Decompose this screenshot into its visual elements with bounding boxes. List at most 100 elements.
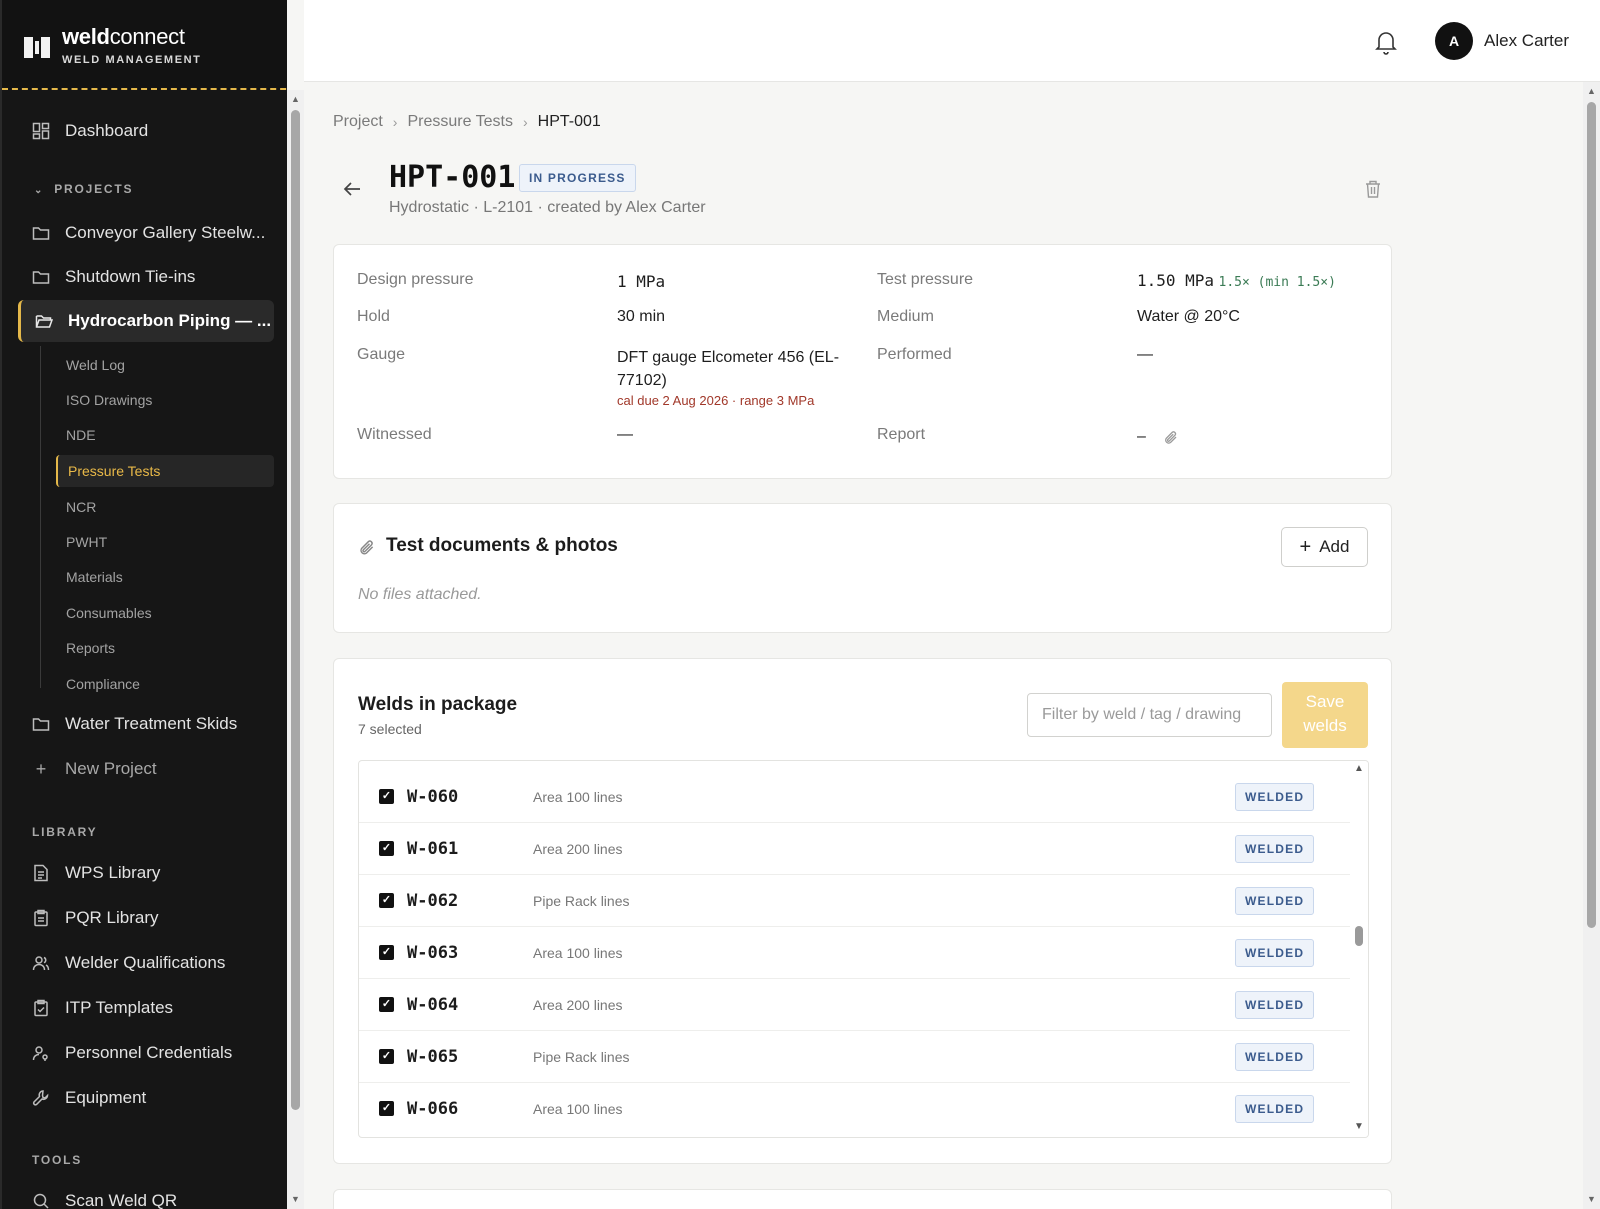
sidebar-project-conveyor[interactable]: Conveyor Gallery Steelw... — [18, 212, 274, 254]
sidebar-item-label: Personnel Credentials — [65, 1043, 233, 1062]
subnav-materials[interactable]: Materials — [56, 561, 274, 593]
weld-checkbox[interactable]: ✓ — [379, 893, 394, 908]
page-subtitle: Hydrostatic · L-2101 · created by Alex C… — [389, 199, 706, 216]
sidebar-item-label: Conveyor Gallery Steelw... — [65, 223, 266, 242]
weld-checkbox[interactable]: ✓ — [379, 997, 394, 1012]
no-files-message: No files attached. — [358, 586, 482, 603]
weld-checkbox[interactable]: ✓ — [379, 1049, 394, 1064]
weld-list-scroll-thumb[interactable] — [1355, 926, 1363, 946]
sidebar-item-label: WPS Library — [65, 863, 161, 882]
subnav-weld-log[interactable]: Weld Log — [56, 349, 274, 381]
scroll-down-arrow-icon[interactable]: ▼ — [1354, 1121, 1364, 1132]
weld-list: ✓ W-060 Area 100 lines WELDED ✓ W-061 Ar… — [358, 760, 1369, 1138]
sidebar: weldconnect WELD MANAGEMENT Dashboard ⌄ P… — [0, 0, 287, 1209]
weld-area: Area 100 lines — [533, 945, 623, 961]
sidebar-scroll-thumb[interactable] — [291, 110, 300, 1110]
sidebar-item-label: PQR Library — [65, 908, 159, 927]
welds-title: Welds in package — [358, 694, 518, 715]
subnav-compliance[interactable]: Compliance — [56, 668, 274, 700]
plus-icon: + — [1299, 535, 1312, 558]
sidebar-item-pqr-library[interactable]: PQR Library — [18, 897, 274, 939]
brand-subtitle: WELD MANAGEMENT — [62, 54, 202, 66]
weld-row[interactable]: ✓ W-060 Area 100 lines WELDED — [359, 771, 1351, 823]
user-name[interactable]: Alex Carter — [1484, 31, 1569, 51]
projects-section-label[interactable]: ⌄ PROJECTS — [34, 182, 133, 196]
medium-value: Water @ 20°C — [1137, 308, 1240, 325]
test-pressure-ratio: 1.5× (min 1.5×) — [1218, 275, 1336, 290]
weld-checkbox[interactable]: ✓ — [379, 841, 394, 856]
subnav-reports[interactable]: Reports — [56, 632, 274, 664]
wrench-icon — [32, 1089, 50, 1107]
weld-row[interactable]: ✓ W-062 Pipe Rack lines WELDED — [359, 875, 1351, 927]
scroll-down-arrow-icon[interactable]: ▼ — [1587, 1194, 1596, 1204]
sidebar-item-label: Hydrocarbon Piping — ... — [68, 311, 272, 330]
subnav-pressure-tests[interactable]: Pressure Tests — [56, 455, 274, 487]
avatar[interactable]: A — [1435, 22, 1473, 60]
sidebar-item-personnel-credentials[interactable]: Personnel Credentials — [18, 1032, 274, 1074]
test-pressure-label: Test pressure — [877, 271, 974, 288]
subnav-iso-drawings[interactable]: ISO Drawings — [56, 384, 274, 416]
trash-icon[interactable] — [1364, 179, 1382, 199]
sidebar-item-label: New Project — [65, 759, 157, 778]
paperclip-icon[interactable] — [1163, 430, 1179, 451]
folder-icon — [32, 268, 50, 286]
sidebar-project-hydrocarbon[interactable]: Hydrocarbon Piping — ... — [18, 300, 274, 342]
weld-checkbox[interactable]: ✓ — [379, 1101, 394, 1116]
subnav-nde[interactable]: NDE — [56, 419, 274, 451]
weld-row[interactable]: ✓ W-064 Area 200 lines WELDED — [359, 979, 1351, 1031]
weld-checkbox[interactable]: ✓ — [379, 789, 394, 804]
weld-list-scrollbar[interactable]: ▲ ▼ — [1350, 761, 1368, 1137]
sidebar-item-itp-templates[interactable]: ITP Templates — [18, 987, 274, 1029]
weld-area: Pipe Rack lines — [533, 1049, 630, 1065]
bell-icon[interactable] — [1374, 29, 1398, 55]
sidebar-item-scan-weld-qr[interactable]: Scan Weld QR — [18, 1180, 274, 1209]
subnav-pwht[interactable]: PWHT — [56, 526, 274, 558]
main-scrollbar[interactable]: ▲ ▼ — [1583, 82, 1600, 1209]
sidebar-item-wps-library[interactable]: WPS Library — [18, 852, 274, 894]
sidebar-item-label: Dashboard — [65, 121, 149, 140]
sidebar-item-label: Welder Qualifications — [65, 953, 226, 972]
weld-checkbox[interactable]: ✓ — [379, 945, 394, 960]
new-project-button[interactable]: + New Project — [18, 748, 274, 790]
scroll-up-arrow-icon[interactable]: ▲ — [1587, 86, 1596, 96]
weld-area: Area 200 lines — [533, 997, 623, 1013]
subnav-consumables[interactable]: Consumables — [56, 597, 274, 629]
scroll-down-arrow-icon[interactable]: ▼ — [291, 1194, 300, 1204]
weld-row[interactable]: ✓ W-061 Area 200 lines WELDED — [359, 823, 1351, 875]
report-label: Report — [877, 426, 926, 443]
weld-area: Area 200 lines — [533, 841, 623, 857]
clipboard-icon — [32, 909, 50, 927]
scroll-up-arrow-icon[interactable]: ▲ — [291, 94, 300, 104]
document-icon — [32, 864, 50, 882]
weld-area: Pipe Rack lines — [533, 893, 630, 909]
sidebar-scrollbar[interactable]: ▲ ▼ — [287, 90, 304, 1209]
weld-row[interactable]: ✓ W-066 Area 100 lines WELDED — [359, 1083, 1351, 1135]
test-details-card: Design pressure 1 MPa Test pressure 1.50… — [333, 244, 1392, 479]
sidebar-item-equipment[interactable]: Equipment — [18, 1077, 274, 1119]
tools-section-label: TOOLS — [32, 1153, 83, 1167]
main-scroll-thumb[interactable] — [1587, 102, 1596, 928]
witnessed-label: Witnessed — [357, 426, 432, 443]
scroll-up-arrow-icon[interactable]: ▲ — [1354, 763, 1364, 774]
sidebar-project-shutdown[interactable]: Shutdown Tie-ins — [18, 256, 274, 298]
hold-label: Hold — [357, 308, 390, 325]
subnav-ncr[interactable]: NCR — [56, 491, 274, 523]
welds-card: Welds in package 7 selected Save welds ✓… — [333, 658, 1392, 1164]
add-document-button[interactable]: + Add — [1281, 527, 1368, 567]
sidebar-item-welder-qualifications[interactable]: Welder Qualifications — [18, 942, 274, 984]
weld-row[interactable]: ✓ W-063 Area 100 lines WELDED — [359, 927, 1351, 979]
back-arrow-icon[interactable] — [340, 176, 366, 202]
brand-header[interactable]: weldconnect WELD MANAGEMENT — [2, 0, 287, 90]
breadcrumb-pressure-tests[interactable]: Pressure Tests — [407, 113, 513, 131]
sidebar-item-dashboard[interactable]: Dashboard — [18, 110, 274, 152]
weld-area: Area 100 lines — [533, 789, 623, 805]
sidebar-item-label: Shutdown Tie-ins — [65, 267, 196, 286]
weld-filter-input[interactable] — [1027, 693, 1272, 737]
sidebar-project-water[interactable]: Water Treatment Skids — [18, 703, 274, 745]
folder-icon — [32, 715, 50, 733]
plus-icon: + — [35, 758, 47, 779]
breadcrumb-project[interactable]: Project — [333, 113, 383, 131]
weld-id: W-061 — [407, 839, 459, 859]
save-welds-button[interactable]: Save welds — [1282, 682, 1368, 748]
weld-row[interactable]: ✓ W-065 Pipe Rack lines WELDED — [359, 1031, 1351, 1083]
